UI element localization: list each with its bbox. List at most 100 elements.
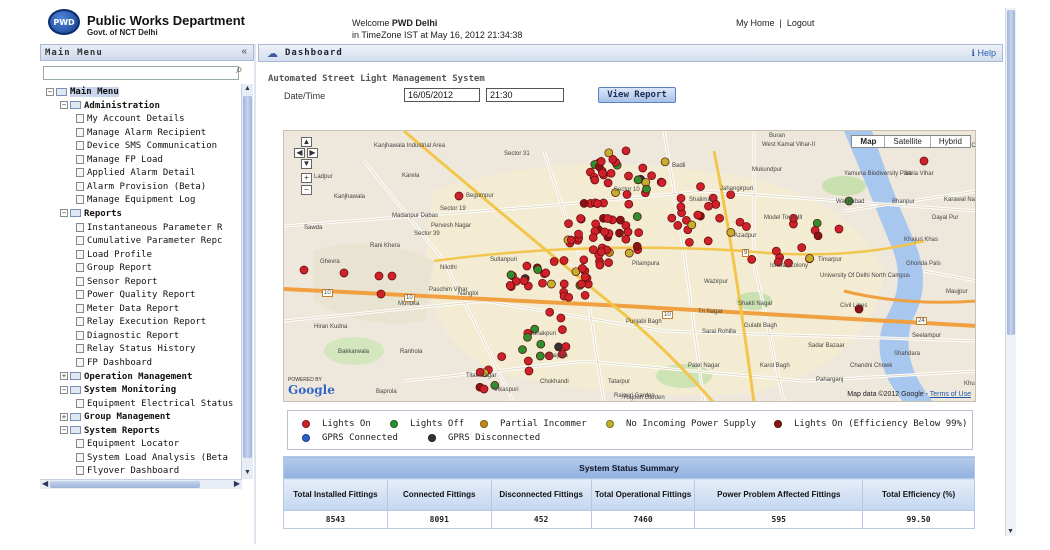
map-type-satellite[interactable]: Satellite: [884, 136, 929, 147]
page-scroll-down-icon[interactable]: ▼: [1007, 528, 1014, 535]
dashboard-title: Dashboard: [285, 48, 343, 58]
menu-item[interactable]: Manage FP Load: [76, 154, 163, 168]
menu-item[interactable]: Manage Alarm Recipient: [76, 127, 206, 141]
scroll-down-icon[interactable]: ▼: [243, 469, 252, 478]
menu-group[interactable]: − System Monitoring: [60, 385, 176, 398]
scroll-right-icon[interactable]: ▶: [234, 479, 240, 488]
menu-item-label: Cumulative Parameter Repc: [87, 236, 223, 247]
menu-item[interactable]: Manage Equipment Log: [76, 195, 195, 208]
legend-label: No Incoming Power Supply: [626, 419, 757, 429]
menu-scroll-thumb[interactable]: [243, 96, 252, 458]
map-place-label: Khayala: [546, 353, 568, 359]
collapse-icon[interactable]: −: [60, 426, 68, 435]
menu-item[interactable]: Flyover Dashboard: [76, 466, 179, 479]
map-place-label: Dayal Pur: [932, 215, 959, 221]
menu-item[interactable]: Meter Data Report: [76, 303, 179, 317]
collapse-icon[interactable]: −: [60, 101, 68, 110]
menu-item-label: Sensor Report: [87, 276, 158, 287]
menu-item[interactable]: Cumulative Parameter Repc: [76, 236, 222, 249]
street-light-marker: [603, 214, 613, 223]
menu-search-input[interactable]: [43, 66, 239, 80]
street-light-marker: [621, 146, 631, 156]
street-light-marker: [715, 213, 724, 223]
menu-item[interactable]: Applied Alarm Detail: [76, 168, 195, 181]
pan-left-icon[interactable]: ◀: [294, 148, 305, 158]
date-input[interactable]: [404, 88, 480, 102]
my-home-link[interactable]: My Home: [736, 18, 775, 28]
menu-item[interactable]: Device SMS Communication: [76, 141, 217, 154]
menu-group[interactable]: + Operation Management: [60, 372, 192, 385]
map-place-label: Rajouri Garden: [624, 395, 665, 401]
expand-icon[interactable]: +: [60, 412, 68, 421]
street-light-marker: [538, 278, 547, 288]
collapse-menu-icon[interactable]: «: [241, 46, 247, 57]
menu-item[interactable]: Group Report: [76, 263, 152, 276]
menu-item[interactable]: Power Quality Report: [76, 290, 195, 303]
folder-icon: [70, 209, 81, 218]
help-link[interactable]: ℹ Help: [972, 48, 996, 59]
menu-item-label: FP Dashboard: [87, 358, 153, 368]
street-light-marker: [813, 231, 823, 241]
street-light-marker: [299, 265, 309, 275]
google-logo[interactable]: POWERED BY Google: [288, 377, 335, 397]
street-light-marker: [676, 193, 686, 203]
summary-value-cell: 7460: [590, 510, 696, 529]
logout-link[interactable]: Logout: [787, 18, 815, 28]
collapse-icon[interactable]: −: [46, 87, 54, 96]
menu-item[interactable]: Instantaneous Parameter R: [76, 222, 222, 236]
map-place-label: Badli: [672, 163, 686, 169]
map-type-hybrid[interactable]: Hybrid: [929, 136, 970, 147]
pan-down-icon[interactable]: ▼: [301, 159, 312, 169]
expand-icon[interactable]: +: [60, 372, 68, 381]
map-place-label: Kanjhawala: [334, 194, 366, 200]
map-copyright-text: Map data ©2012 Google -: [847, 391, 928, 398]
collapse-icon[interactable]: −: [60, 385, 68, 394]
pan-up-icon[interactable]: ▲: [301, 137, 312, 147]
menu-group[interactable]: − Main Menu: [46, 87, 119, 100]
page-icon: [76, 263, 84, 273]
page-vertical-scrollbar[interactable]: ▼: [1005, 8, 1016, 536]
street-light-map[interactable]: Kanjhawala Industrial Area Sector 31 Badli…: [283, 130, 976, 402]
menu-horizontal-scrollbar[interactable]: ◀ ▶: [40, 479, 242, 489]
menu-hscroll-thumb[interactable]: [50, 481, 200, 488]
menu-item[interactable]: Diagnostic Report: [76, 330, 179, 344]
collapse-icon[interactable]: −: [60, 209, 68, 218]
menu-item[interactable]: Sensor Report: [76, 276, 158, 290]
menu-item[interactable]: Alarm Provision (Beta): [76, 181, 206, 195]
pan-right-icon[interactable]: ▶: [307, 148, 318, 158]
menu-item[interactable]: System Load Analysis (Beta: [76, 452, 228, 466]
menu-item[interactable]: Equipment Locator: [76, 439, 179, 452]
menu-item[interactable]: My Account Details: [76, 114, 185, 127]
street-light-marker: [624, 248, 634, 258]
menu-group[interactable]: + Group Management: [60, 412, 171, 425]
street-light-marker: [711, 200, 721, 209]
menu-item[interactable]: Equipment Electrical Status: [76, 398, 233, 412]
map-place-label: Buran: [769, 133, 786, 139]
view-report-button[interactable]: View Report: [598, 87, 676, 103]
map-type-map[interactable]: Map: [852, 136, 884, 147]
street-light-marker: [676, 202, 686, 212]
street-light-marker: [579, 199, 589, 208]
terms-of-use-link[interactable]: Terms of Use: [930, 391, 971, 398]
map-place-label: Ghonda Pals: [906, 261, 941, 267]
map-place-label: Civil Lines: [840, 303, 868, 309]
scroll-left-icon[interactable]: ◀: [42, 479, 48, 488]
panel-divider[interactable]: [254, 44, 256, 544]
menu-item[interactable]: Relay Status History: [76, 344, 195, 357]
menu-vertical-scrollbar[interactable]: ▲ ▼: [241, 84, 253, 479]
street-light-marker: [596, 157, 606, 166]
menu-group[interactable]: − Reports: [60, 209, 122, 222]
search-icon[interactable]: ⌕: [236, 62, 243, 77]
scroll-up-icon[interactable]: ▲: [243, 85, 252, 94]
zoom-out-icon[interactable]: −: [301, 185, 312, 195]
menu-item[interactable]: Load Profile: [76, 249, 152, 263]
menu-group[interactable]: − Administration: [60, 101, 160, 114]
map-place-label: Saria Vihar: [904, 171, 934, 177]
page-scroll-thumb[interactable]: [1007, 10, 1015, 335]
welcome-prefix: Welcome: [352, 18, 390, 28]
zoom-in-icon[interactable]: +: [301, 173, 312, 183]
menu-item[interactable]: Relay Execution Report: [76, 317, 206, 330]
time-input[interactable]: [486, 88, 564, 102]
menu-group[interactable]: − System Reports: [60, 426, 160, 439]
menu-item[interactable]: FP Dashboard: [76, 358, 152, 371]
